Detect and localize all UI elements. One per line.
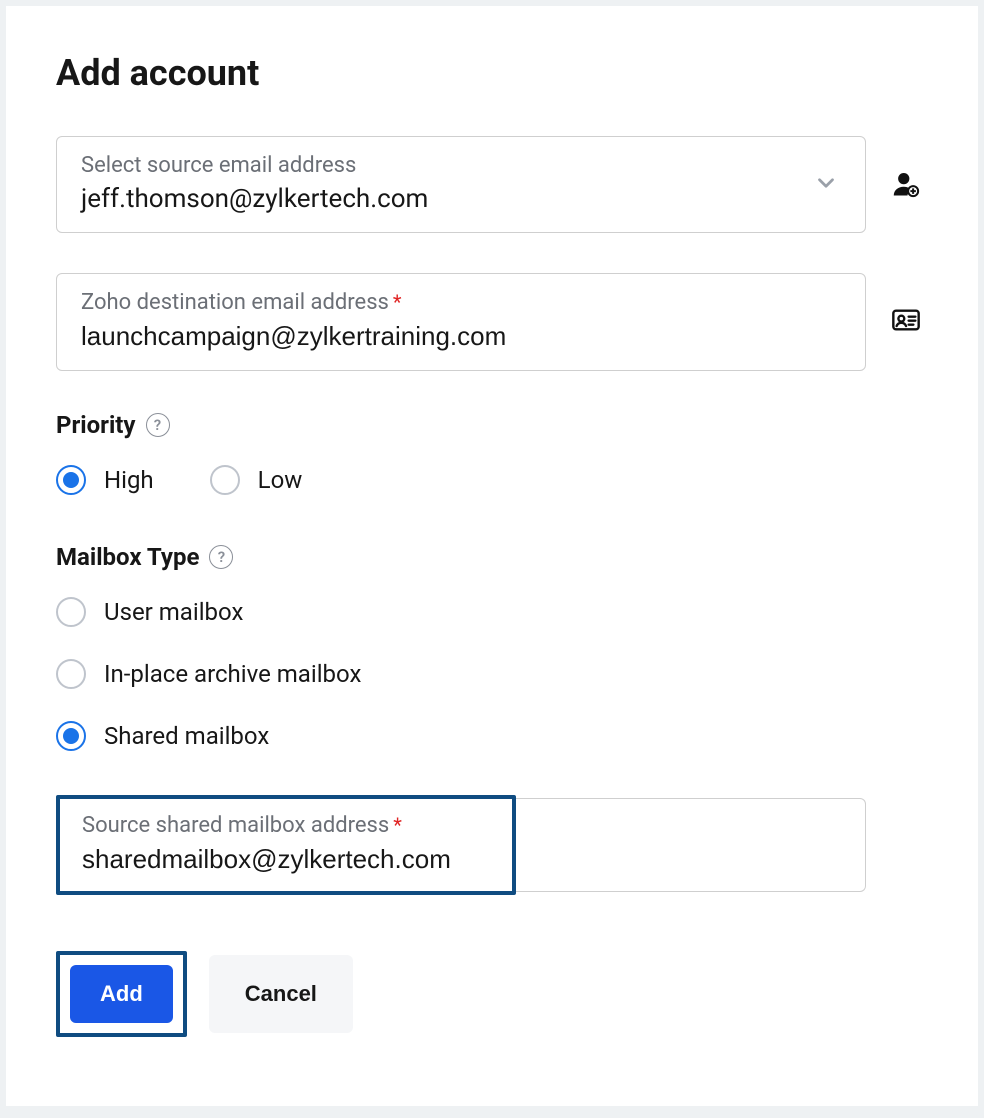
add-user-icon[interactable] [890, 168, 920, 202]
radio-on-icon [56, 465, 86, 495]
radio-off-icon [56, 597, 86, 627]
radio-on-icon [56, 721, 86, 751]
contact-card-icon[interactable] [890, 304, 922, 340]
priority-radio-low[interactable]: Low [210, 465, 303, 495]
mailbox-type-radio-user[interactable]: User mailbox [56, 597, 928, 627]
priority-radio-high[interactable]: High [56, 465, 154, 495]
required-asterisk: * [393, 290, 402, 314]
destination-email-row: Zoho destination email address* [56, 273, 928, 371]
mailbox-type-options: User mailbox In-place archive mailbox Sh… [56, 597, 928, 751]
mailbox-type-label: Mailbox Type ? [56, 543, 928, 571]
priority-label: Priority ? [56, 411, 928, 439]
destination-email-input[interactable] [81, 321, 841, 352]
shared-mailbox-field-extension[interactable] [516, 798, 866, 892]
priority-high-label: High [104, 466, 154, 494]
page-title: Add account [56, 52, 928, 94]
source-email-value: jeff.thomson@zylkertech.com [81, 184, 841, 214]
radio-off-icon [56, 659, 86, 689]
source-email-label: Select source email address [81, 153, 841, 178]
chevron-down-icon [813, 170, 839, 200]
priority-low-label: Low [258, 466, 303, 494]
mailbox-type-archive-label: In-place archive mailbox [104, 660, 361, 688]
source-email-row: Select source email address jeff.thomson… [56, 136, 928, 233]
shared-mailbox-field[interactable]: Source shared mailbox address* [56, 795, 516, 895]
help-icon[interactable]: ? [146, 413, 170, 437]
shared-mailbox-input[interactable] [82, 844, 490, 875]
source-email-select[interactable]: Select source email address jeff.thomson… [56, 136, 866, 233]
required-asterisk: * [393, 813, 402, 837]
cancel-button[interactable]: Cancel [209, 955, 353, 1033]
mailbox-type-user-label: User mailbox [104, 598, 243, 626]
add-account-panel: Add account Select source email address … [6, 6, 978, 1106]
help-icon[interactable]: ? [209, 545, 233, 569]
add-button-highlight: Add [56, 951, 187, 1037]
destination-email-field[interactable]: Zoho destination email address* [56, 273, 866, 371]
shared-mailbox-row: Source shared mailbox address* [56, 795, 866, 895]
shared-mailbox-label: Source shared mailbox address* [82, 813, 490, 838]
mailbox-type-shared-label: Shared mailbox [104, 722, 269, 750]
destination-email-label: Zoho destination email address* [81, 290, 841, 315]
add-button[interactable]: Add [70, 965, 173, 1023]
mailbox-type-radio-archive[interactable]: In-place archive mailbox [56, 659, 928, 689]
button-row: Add Cancel [56, 951, 928, 1037]
radio-off-icon [210, 465, 240, 495]
mailbox-type-radio-shared[interactable]: Shared mailbox [56, 721, 928, 751]
priority-options: High Low [56, 465, 928, 495]
